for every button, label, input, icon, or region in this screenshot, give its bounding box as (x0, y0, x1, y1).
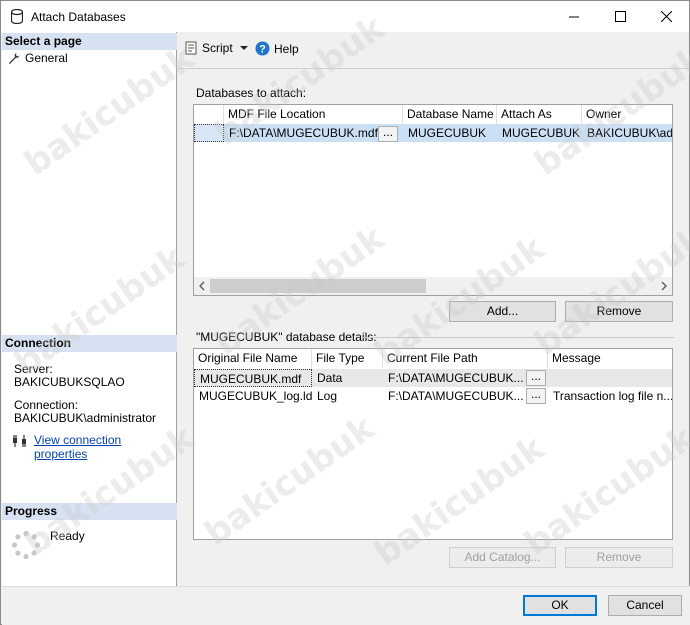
maximize-icon (614, 11, 626, 22)
wrench-icon (8, 52, 20, 64)
close-button[interactable] (643, 1, 689, 32)
remove-database-button[interactable]: Remove (565, 301, 673, 322)
dialog-footer: OK Cancel (2, 586, 690, 625)
column-header-database-name[interactable]: Database Name (403, 105, 497, 124)
message-cell: Transaction log file n... (553, 389, 673, 403)
attach-as-cell[interactable]: MUGECUBUK (497, 124, 582, 142)
server-label: Server: (14, 362, 53, 376)
maximize-button[interactable] (597, 1, 643, 32)
browse-path-button[interactable]: ... (526, 370, 546, 386)
toolbar: Script ? Help (178, 32, 689, 67)
database-name-cell[interactable]: MUGECUBUK (403, 124, 497, 142)
connection-properties-icon (13, 435, 26, 447)
help-icon: ? (255, 41, 270, 56)
remove-file-button[interactable]: Remove (565, 547, 673, 568)
column-header-owner[interactable]: Owner (582, 105, 672, 124)
nav-item-label: General (25, 51, 68, 65)
connection-header: Connection (2, 335, 177, 352)
right-pane: Script ? Help Databases to attach: MDF F… (178, 32, 689, 586)
row-selector[interactable] (194, 124, 224, 142)
progress-header: Progress (2, 503, 177, 520)
file-type-cell[interactable]: Log (312, 387, 383, 405)
current-file-path-cell[interactable]: F:\DATA\MUGECUBUK... (383, 387, 548, 405)
title-bar: Attach Databases (1, 1, 689, 32)
details-divider (362, 337, 674, 338)
databases-to-attach-label: Databases to attach: (196, 86, 307, 100)
column-header-original-file-name[interactable]: Original File Name (194, 349, 312, 368)
script-icon (185, 41, 197, 55)
database-details-label: "MUGECUBUK" database details: (196, 330, 377, 344)
current-file-path-cell[interactable]: F:\DATA\MUGECUBUK... (383, 369, 548, 387)
browse-mdf-button[interactable]: ... (378, 126, 398, 142)
ok-button[interactable]: OK (523, 595, 597, 616)
details-grid[interactable]: Original File Name File Type Current Fil… (193, 348, 673, 540)
original-file-name-cell[interactable]: MUGECUBUK_log.ldf (194, 387, 312, 405)
scroll-right-icon[interactable] (660, 281, 668, 291)
left-pane: Select a page General Connection Server:… (2, 32, 177, 586)
svg-text:?: ? (259, 44, 266, 56)
close-icon (660, 11, 672, 22)
column-header-attach-as[interactable]: Attach As (497, 105, 582, 124)
owner-cell[interactable]: BAKICUBUK\adm (582, 124, 672, 142)
column-header-message[interactable]: Message (548, 349, 672, 368)
add-catalog-button[interactable]: Add Catalog... (449, 547, 556, 568)
cancel-button[interactable]: Cancel (608, 595, 682, 616)
file-type-cell[interactable]: Data (312, 369, 383, 387)
help-button[interactable]: ? Help (255, 41, 299, 56)
connection-value: BAKICUBUK\administrator (14, 411, 157, 425)
minimize-icon (569, 16, 579, 17)
add-button[interactable]: Add... (449, 301, 556, 322)
connection-label: Connection: (14, 398, 79, 412)
scroll-left-icon[interactable] (198, 281, 206, 291)
attach-databases-dialog: Attach Databases Select a page General C… (0, 0, 690, 625)
horizontal-scrollbar[interactable] (194, 277, 672, 295)
help-label: Help (274, 41, 299, 56)
scroll-thumb[interactable] (210, 279, 426, 293)
mdf-location-cell[interactable]: F:\DATA\MUGECUBUK.mdf (224, 124, 403, 142)
server-value: BAKICUBUKSQLAO (14, 375, 125, 389)
databases-grid[interactable]: MDF File Location Database Name Attach A… (193, 104, 673, 296)
minimize-button[interactable] (551, 1, 597, 32)
script-button[interactable]: Script (184, 41, 251, 55)
column-header-mdf[interactable]: MDF File Location (224, 105, 403, 124)
column-header-current-file-path[interactable]: Current File Path (383, 349, 548, 368)
nav-item-general[interactable]: General (8, 51, 68, 65)
select-page-header: Select a page (2, 33, 177, 50)
database-icon (11, 9, 23, 24)
view-connection-properties-link[interactable]: View connection properties (34, 433, 176, 461)
dropdown-arrow-icon (239, 46, 248, 50)
window-title: Attach Databases (31, 10, 126, 24)
row-header-column (194, 105, 224, 124)
browse-path-button[interactable]: ... (526, 388, 546, 404)
original-file-name-cell[interactable]: MUGECUBUK.mdf (194, 369, 312, 387)
progress-status: Ready (50, 529, 85, 543)
column-header-file-type[interactable]: File Type (312, 349, 383, 368)
progress-spinner-icon (11, 530, 41, 560)
message-cell (548, 369, 672, 387)
script-label: Script (202, 41, 233, 55)
